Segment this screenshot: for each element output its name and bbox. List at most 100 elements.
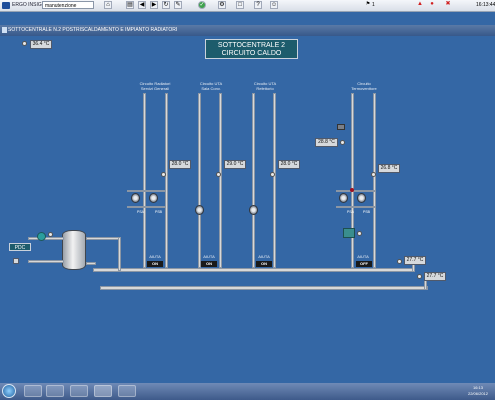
user-field[interactable]: manutenzione (42, 1, 94, 9)
pdc-label[interactable]: PDC (9, 243, 31, 251)
help-button[interactable]: ? (254, 1, 262, 9)
pdc-small-icon (13, 258, 19, 264)
window-icon (2, 27, 7, 33)
alarm-count: 1 (372, 2, 375, 8)
c4-pump-b-label: PSB (363, 210, 371, 214)
c4-probe-icon (371, 172, 376, 177)
page-title-line2: CIRCUITO CALDO (221, 50, 282, 57)
circuit-4-label: Circuito Termoventtore (339, 81, 389, 91)
alert-icon[interactable]: ● (428, 1, 436, 9)
settings-button[interactable]: ⚙ (218, 1, 226, 9)
c4-temp2[interactable]: 28.8 °C (315, 138, 338, 147)
circuit-3-label: Circuito UTA Refettorio (240, 81, 290, 91)
collector-return-probe-icon (417, 274, 422, 279)
collector-return-temp[interactable]: 27.7 °C (424, 272, 446, 281)
pipe-c1-return (165, 93, 168, 268)
c3-temp[interactable]: 28.0 °C (278, 160, 300, 169)
c3-probe-icon (270, 172, 275, 177)
c4-status[interactable]: OFF (356, 261, 372, 267)
taskbar-tool-icon[interactable] (118, 385, 136, 397)
app-logo-icon (2, 2, 10, 9)
c1-pump-b-icon[interactable] (149, 193, 158, 203)
start-button[interactable] (2, 384, 16, 398)
window-title: SOTTOCENTRALE N.2 POSTRISCALDAMENTO E IM… (8, 27, 178, 33)
outdoor-temp[interactable]: 36.4 °C (30, 40, 52, 49)
back-button[interactable]: ◀ (138, 1, 146, 9)
c1-pump-a-label: PSA (137, 210, 145, 214)
c4-valve-icon[interactable] (343, 228, 355, 238)
pipe-c1-supply (143, 93, 146, 268)
alarm-icon[interactable]: ▲ (416, 1, 424, 9)
error-icon[interactable]: ✖ (444, 1, 452, 9)
flag-icon[interactable]: ⚑ (364, 1, 372, 9)
c1-pump-a-icon[interactable] (131, 193, 140, 203)
taskbar-app-icon[interactable] (94, 385, 112, 397)
c2-aiuta: AIUTA (203, 254, 215, 259)
tools-button[interactable]: ✎ (174, 1, 182, 9)
c2-temp[interactable]: 29.0 °C (224, 160, 246, 169)
pipe-c2-return (219, 93, 222, 268)
taskbar-ie-icon[interactable] (24, 385, 42, 397)
c1-probe-icon (161, 172, 166, 177)
c3-status[interactable]: ON (256, 261, 272, 267)
c4-meter-icon (337, 124, 345, 130)
circuit-3-label-line2: Refettorio (256, 86, 274, 91)
collector-supply-probe-icon (397, 259, 402, 264)
c1-pump-footer-pipe (127, 206, 165, 208)
circuit-2-label: Circuito UTA Sala Conv. (186, 81, 236, 91)
top-clock: 16:13:44 (476, 2, 495, 8)
taskbar-explorer-icon[interactable] (46, 385, 64, 397)
c4-alarm-dot-icon (350, 188, 354, 192)
pdc-supply-pipe (28, 237, 64, 240)
c1-aiuta: AIUTA (149, 254, 161, 259)
taskbar-media-icon[interactable] (70, 385, 88, 397)
c4-pump-b-icon[interactable] (357, 193, 366, 203)
print-button[interactable]: ▤ (126, 1, 134, 9)
tank-return-pipe (86, 262, 96, 265)
collector-return-pipe (100, 286, 428, 290)
forward-button[interactable]: ▶ (150, 1, 158, 9)
tank-outlet-pipe (86, 237, 121, 240)
confirm-button[interactable]: ✓ (198, 1, 206, 9)
outdoor-probe-icon (22, 41, 27, 46)
c4-aiuta: AIUTA (357, 254, 369, 259)
c3-aiuta: AIUTA (258, 254, 270, 259)
user-button[interactable]: ☺ (270, 1, 278, 9)
refresh-button[interactable]: ↻ (162, 1, 170, 9)
c4-pump-a-icon[interactable] (339, 193, 348, 203)
pipe-c4-supply (351, 93, 354, 268)
circuit-1-label-line2: Servizi Generali (140, 86, 170, 91)
c4-pump-a-label: PSA (347, 210, 355, 214)
pipe-c4-return (373, 93, 376, 268)
c4-pump-header-pipe (336, 190, 376, 192)
page-title-line1: SOTTOCENTRALE 2 (217, 42, 286, 49)
collector-supply-pipe (93, 268, 413, 272)
c4-probe2-icon (340, 140, 345, 145)
c1-pump-header-pipe (127, 190, 165, 192)
window-button[interactable]: □ (236, 1, 244, 9)
pipe-c3-return (273, 93, 276, 268)
c4-valve-probe-icon (357, 231, 362, 236)
c1-pump-b-label: PSB (155, 210, 163, 214)
storage-tank-icon[interactable] (62, 230, 86, 270)
circuit-4-label-line2: Termoventtore (351, 86, 377, 91)
c2-probe-icon (216, 172, 221, 177)
c1-status[interactable]: ON (147, 261, 163, 267)
c4-pump-footer-pipe (336, 206, 376, 208)
pipe-c2-supply (198, 93, 201, 268)
tray-time: 16:13 (472, 385, 483, 390)
pdc-pump-icon[interactable] (37, 232, 46, 241)
c2-status[interactable]: ON (201, 261, 217, 267)
c1-temp[interactable]: 28.0 °C (169, 160, 191, 169)
pipe-c3-supply (252, 93, 255, 268)
tank-riser-pipe (118, 237, 121, 271)
c4-temp[interactable]: 26.8 °C (378, 164, 400, 173)
collector-supply-temp[interactable]: 27.7 °C (404, 256, 426, 265)
c2-pump-icon[interactable] (195, 205, 204, 215)
page-title: SOTTOCENTRALE 2 CIRCUITO CALDO (205, 39, 298, 59)
tray-date: 22/06/2012 (467, 391, 489, 396)
home-button[interactable]: ⌂ (104, 1, 112, 9)
c3-pump-icon[interactable] (249, 205, 258, 215)
pdc-return-pipe (28, 260, 64, 263)
circuit-2-label-line2: Sala Conv. (201, 86, 221, 91)
